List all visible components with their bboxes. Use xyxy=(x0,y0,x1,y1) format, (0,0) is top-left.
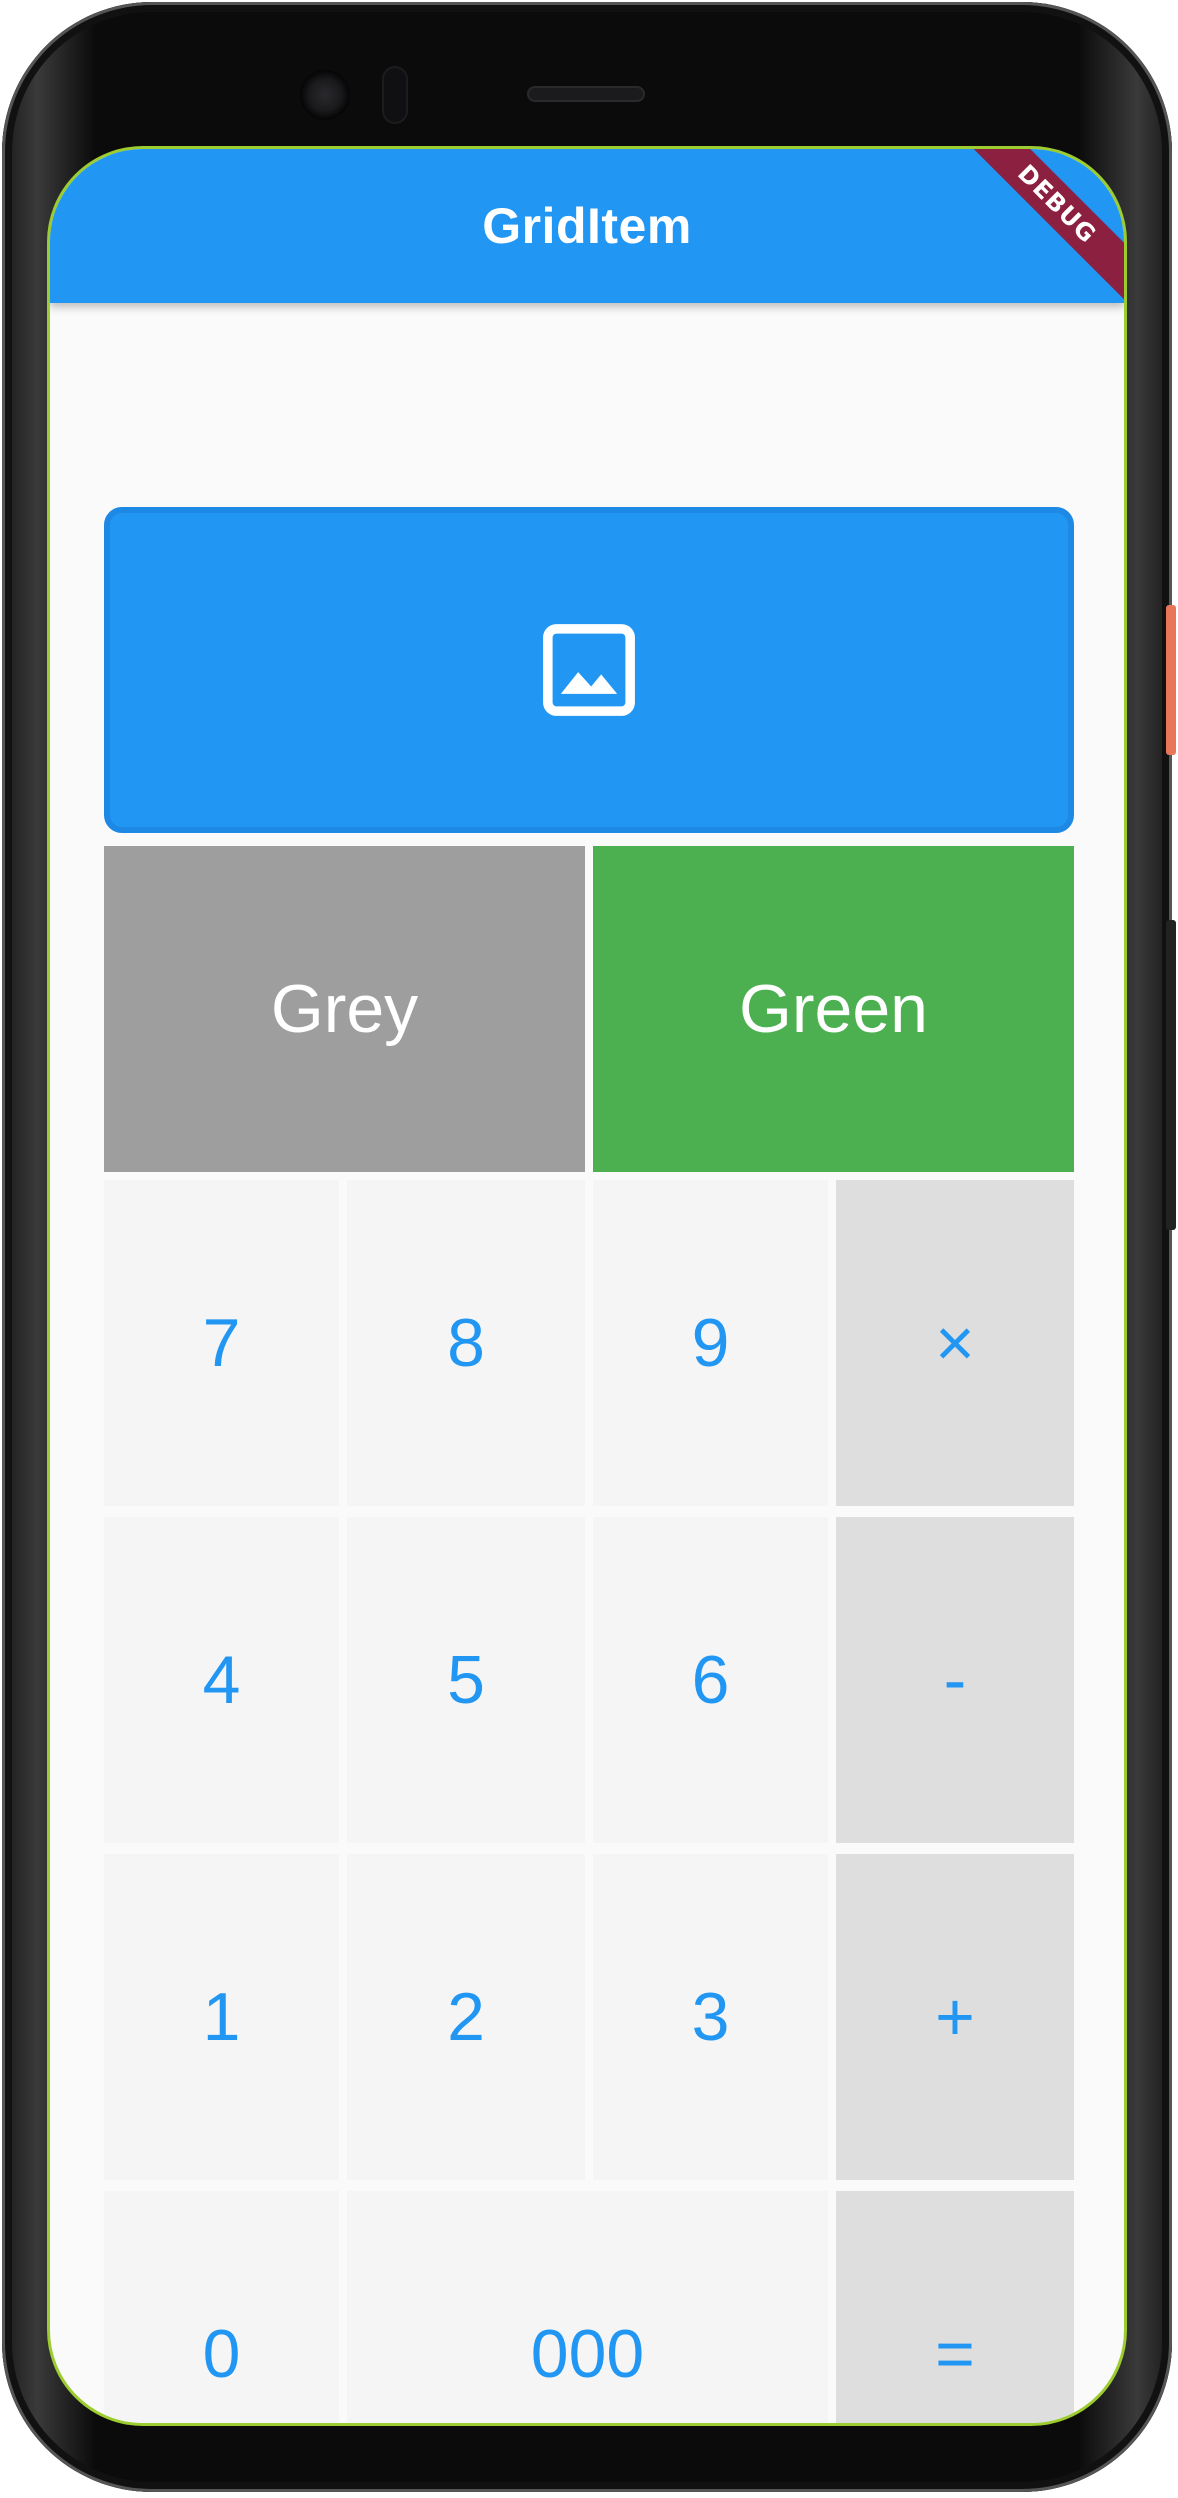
key-equals[interactable]: = xyxy=(836,2191,1074,2423)
key-multiply[interactable]: × xyxy=(836,1180,1074,1506)
earpiece-speaker xyxy=(527,86,645,102)
proximity-sensor xyxy=(382,66,408,124)
key-minus[interactable]: - xyxy=(836,1517,1074,1843)
key-2[interactable]: 2 xyxy=(347,1854,585,2180)
image-icon xyxy=(543,624,635,716)
key-4[interactable]: 4 xyxy=(104,1517,339,1843)
app-bar-title: GridItem xyxy=(482,198,692,254)
image-tile[interactable] xyxy=(104,507,1074,833)
key-6[interactable]: 6 xyxy=(593,1517,828,1843)
front-camera xyxy=(300,70,350,120)
green-tile[interactable]: Green xyxy=(593,846,1074,1172)
key-7[interactable]: 7 xyxy=(104,1180,339,1506)
power-button xyxy=(1166,605,1176,755)
key-000[interactable]: 000 xyxy=(347,2191,828,2423)
key-plus[interactable]: + xyxy=(836,1854,1074,2180)
key-9[interactable]: 9 xyxy=(593,1180,828,1506)
key-8[interactable]: 8 xyxy=(347,1180,585,1506)
key-0[interactable]: 0 xyxy=(104,2191,339,2423)
app-bar: GridItem xyxy=(50,149,1124,303)
volume-button xyxy=(1166,920,1176,1230)
key-1[interactable]: 1 xyxy=(104,1854,339,2180)
key-5[interactable]: 5 xyxy=(347,1517,585,1843)
grid-content: Grey Green 7 8 9 × 4 5 6 - 1 2 3 + 0 000… xyxy=(50,303,1124,2423)
key-3[interactable]: 3 xyxy=(593,1854,828,2180)
app-screen: GridItem DEBUG Grey Green 7 8 9 × 4 5 6 … xyxy=(47,146,1127,2426)
grey-tile[interactable]: Grey xyxy=(104,846,585,1172)
